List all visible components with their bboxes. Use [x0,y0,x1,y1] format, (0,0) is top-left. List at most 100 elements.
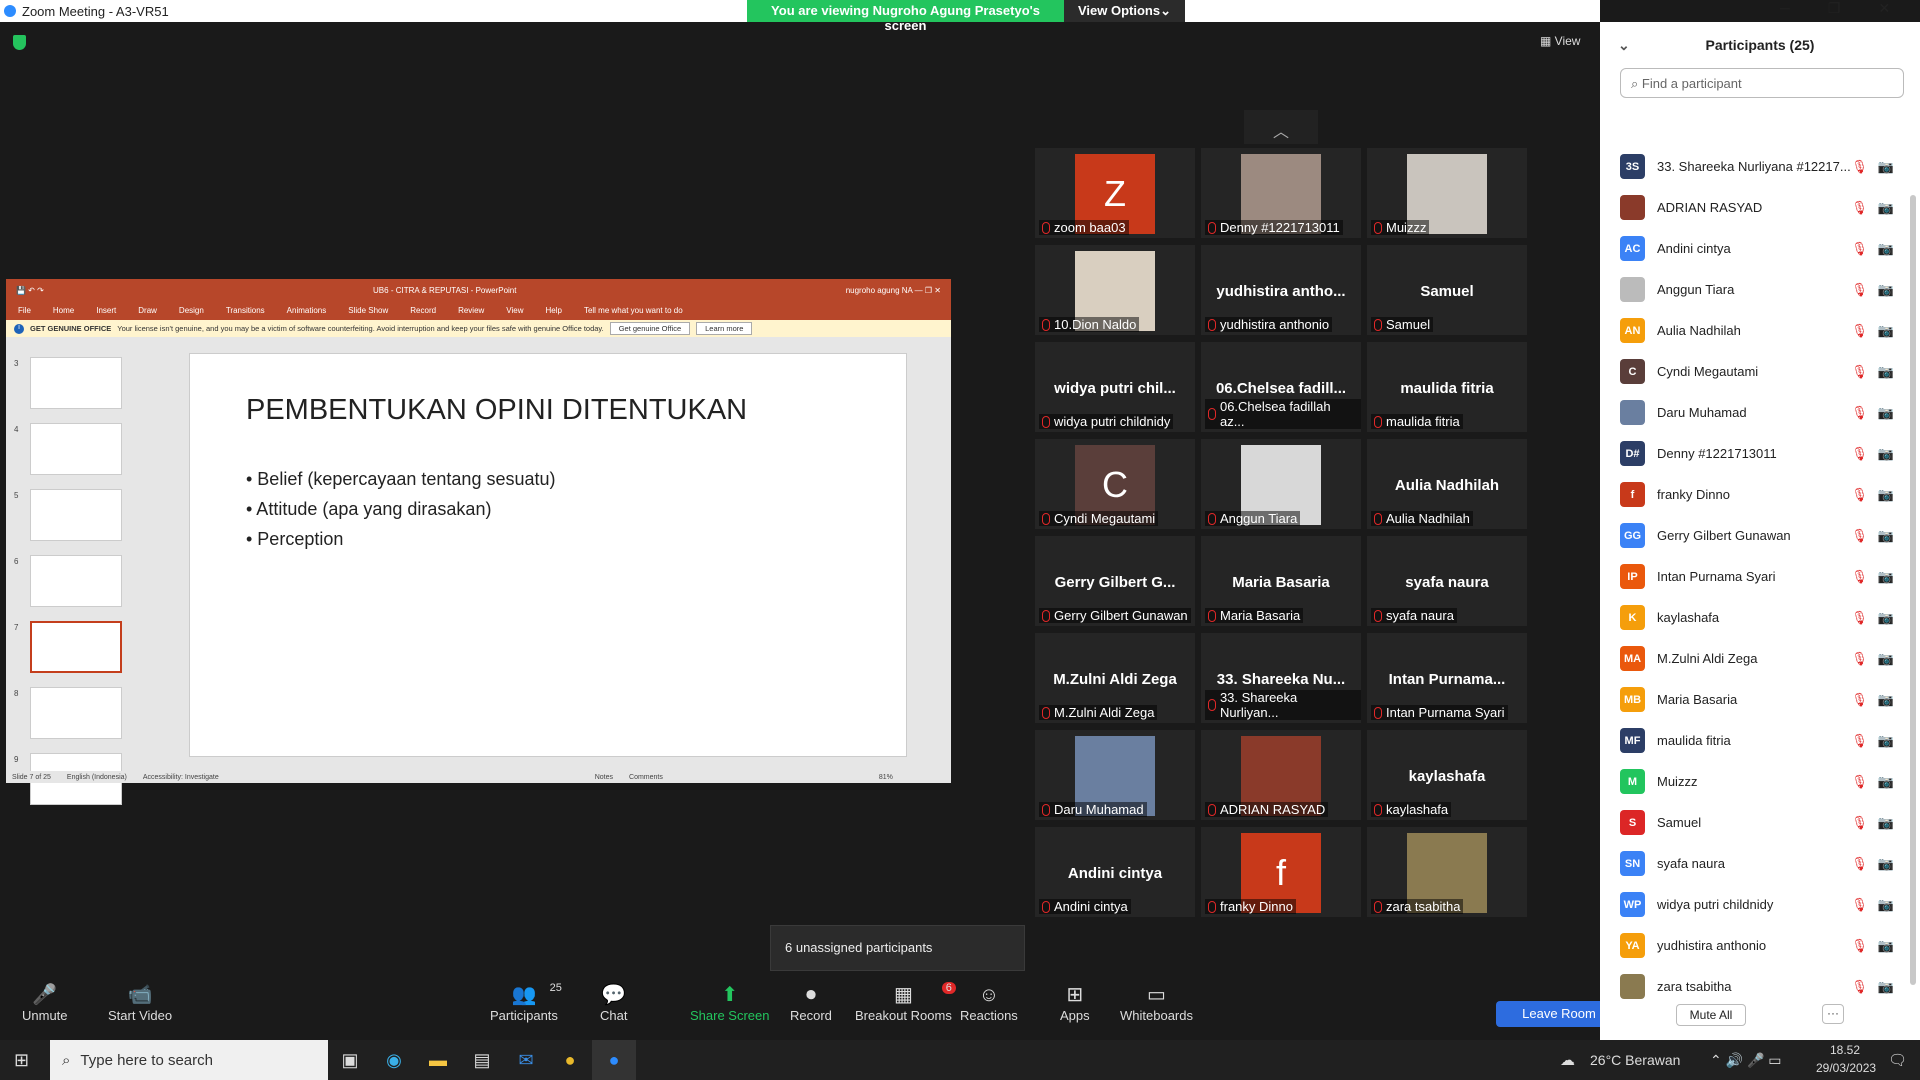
minimize-icon[interactable]: ─ [1780,0,1790,17]
participant-row[interactable]: YA yudhistira anthonio 🎙📷 [1620,925,1910,966]
toolbar-button[interactable]: ▦ 6 Breakout Rooms [855,982,956,1023]
video-tile[interactable]: C Cyndi Megautami [1035,439,1195,529]
video-tile[interactable]: Maria Basaria Maria Basaria [1201,536,1361,626]
slide-thumbnail[interactable] [30,489,122,541]
more-options-button[interactable]: ··· [1822,1004,1844,1024]
video-tile[interactable]: 33. Shareeka Nu... 33. Shareeka Nurliyan.… [1201,633,1361,723]
video-tile[interactable]: M.Zulni Aldi Zega M.Zulni Aldi Zega [1035,633,1195,723]
participant-row[interactable]: SN syafa naura 🎙📷 [1620,843,1910,884]
toolbar-button[interactable]: 📹 Start Video [108,982,172,1023]
video-tile[interactable]: Anggun Tiara [1201,439,1361,529]
video-tile[interactable]: ADRIAN RASYAD [1201,730,1361,820]
view-button[interactable]: ▦ View [1540,34,1580,48]
mute-all-button[interactable]: Mute All [1676,1004,1746,1026]
slide-thumbnail[interactable] [30,555,122,607]
close-icon[interactable]: ✕ [1878,0,1890,17]
participant-row[interactable]: ADRIAN RASYAD 🎙📷 [1620,187,1910,228]
store-icon[interactable]: ▤ [460,1040,504,1080]
ppt-tab[interactable]: File [18,306,31,315]
participant-row[interactable]: D# Denny #1221713011 🎙📷 [1620,433,1910,474]
toolbar-button[interactable]: ⬆ Share Screen [690,982,770,1023]
video-tile[interactable]: 06.Chelsea fadill... 06.Chelsea fadillah … [1201,342,1361,432]
slide-thumbnail[interactable] [30,621,122,673]
ppt-tab[interactable]: Review [458,306,484,315]
video-tile[interactable]: widya putri chil... widya putri childnidy [1035,342,1195,432]
security-shield-icon[interactable] [13,35,26,50]
video-tile[interactable]: syafa naura syafa naura [1367,536,1527,626]
tile-label-text: Denny #1221713011 [1220,220,1340,235]
toolbar-button[interactable]: ⏺ Record [790,982,832,1023]
gallery-up-chevron-icon[interactable]: ︿ [1244,110,1318,144]
toolbar-button[interactable]: ▭ Whiteboards [1120,982,1193,1023]
participant-row[interactable]: IP Intan Purnama Syari 🎙📷 [1620,556,1910,597]
participant-row[interactable]: MF maulida fitria 🎙📷 [1620,720,1910,761]
taskbar-search-input[interactable]: ⌕ Type here to search [50,1040,328,1080]
video-tile[interactable]: 10.Dion Naldo [1035,245,1195,335]
slide-thumbnail[interactable] [30,687,122,739]
slide-thumbnail[interactable] [30,357,122,409]
participant-row[interactable]: WP widya putri childnidy 🎙📷 [1620,884,1910,925]
ppt-tab[interactable]: Draw [138,306,157,315]
video-tile[interactable]: Aulia Nadhilah Aulia Nadhilah [1367,439,1527,529]
ppt-tab[interactable]: Help [546,306,562,315]
video-tile[interactable]: Samuel Samuel [1367,245,1527,335]
toolbar-button[interactable]: ⊞ Apps [1060,982,1090,1023]
participant-row[interactable]: zara tsabitha 🎙📷 [1620,966,1910,1007]
ppt-tab[interactable]: Record [410,306,436,315]
zoom-taskbar-icon[interactable]: ● [592,1040,636,1080]
participant-row[interactable]: AN Aulia Nadhilah 🎙📷 [1620,310,1910,351]
video-tile[interactable]: maulida fitria maulida fitria [1367,342,1527,432]
notification-icon[interactable]: 🗨 [1888,1051,1907,1069]
mail-icon[interactable]: ✉ [504,1040,548,1080]
participant-row[interactable]: 3S 33. Shareeka Nurliyana #12217... 🎙📷 [1620,146,1910,187]
participant-row[interactable]: GG Gerry Gilbert Gunawan 🎙📷 [1620,515,1910,556]
toolbar-button[interactable]: 👥 25 Participants [490,982,562,1023]
video-tile[interactable]: kaylashafa kaylashafa [1367,730,1527,820]
learn-more-button[interactable]: Learn more [696,322,753,335]
task-view-icon[interactable]: ▣ [328,1040,372,1080]
participant-row[interactable]: AC Andini cintya 🎙📷 [1620,228,1910,269]
video-tile[interactable]: Intan Purnama... Intan Purnama Syari [1367,633,1527,723]
ppt-tab[interactable]: Insert [96,306,116,315]
ppt-tab[interactable]: Home [53,306,74,315]
video-tile[interactable]: yudhistira antho... yudhistira anthonio [1201,245,1361,335]
windows-start-icon[interactable]: ⊞ [14,1050,29,1071]
ppt-tab[interactable]: View [506,306,523,315]
participant-row[interactable]: Daru Muhamad 🎙📷 [1620,392,1910,433]
chrome-icon[interactable]: ● [548,1040,592,1080]
video-tile[interactable]: zara tsabitha [1367,827,1527,917]
ppt-tab[interactable]: Design [179,306,204,315]
ppt-tab[interactable]: Transitions [226,306,265,315]
video-tile[interactable]: Zzoom baa03 [1035,148,1195,238]
toolbar-button[interactable]: 💬 Chat [600,982,627,1023]
video-tile[interactable]: Denny #1221713011 [1201,148,1361,238]
participant-row[interactable]: Kkaylashafa 🎙📷 [1620,597,1910,638]
slide-thumbnail[interactable] [30,423,122,475]
file-explorer-icon[interactable]: ▬ [416,1040,460,1080]
video-tile[interactable]: Daru Muhamad [1035,730,1195,820]
participant-row[interactable]: C Cyndi Megautami 🎙📷 [1620,351,1910,392]
participant-row[interactable]: M Muizzz 🎙📷 [1620,761,1910,802]
collapse-chevron-icon[interactable]: ⌄ [1618,37,1630,54]
participant-row[interactable]: f franky Dinno 🎙📷 [1620,474,1910,515]
video-tile[interactable]: f franky Dinno [1201,827,1361,917]
toolbar-button[interactable]: ☺ Reactions [960,982,1018,1023]
video-tile[interactable]: Muizzz [1367,148,1527,238]
participant-row[interactable]: S Samuel 🎙📷 [1620,802,1910,843]
participant-row[interactable]: Anggun Tiara 🎙📷 [1620,269,1910,310]
maximize-icon[interactable]: ❐ [1828,0,1841,17]
view-options-button[interactable]: View Options ⌄ [1064,0,1185,22]
get-genuine-button[interactable]: Get genuine Office [609,322,691,335]
tray-icons[interactable]: ⌃ 🔊 🎤 ▭ [1710,1052,1782,1069]
participant-scrollbar[interactable] [1910,195,1916,985]
ppt-tab[interactable]: Animations [287,306,327,315]
ppt-tab[interactable]: Tell me what you want to do [584,306,683,315]
ppt-tab[interactable]: Slide Show [348,306,388,315]
participant-search-input[interactable]: ⌕ Find a participant [1620,68,1904,98]
participant-row[interactable]: MA M.Zulni Aldi Zega 🎙📷 [1620,638,1910,679]
edge-icon[interactable]: ◉ [372,1040,416,1080]
video-tile[interactable]: Andini cintya Andini cintya [1035,827,1195,917]
toolbar-button[interactable]: 🎤 Unmute [22,982,68,1023]
video-tile[interactable]: Gerry Gilbert G... Gerry Gilbert Gunawan [1035,536,1195,626]
participant-row[interactable]: MB Maria Basaria 🎙📷 [1620,679,1910,720]
